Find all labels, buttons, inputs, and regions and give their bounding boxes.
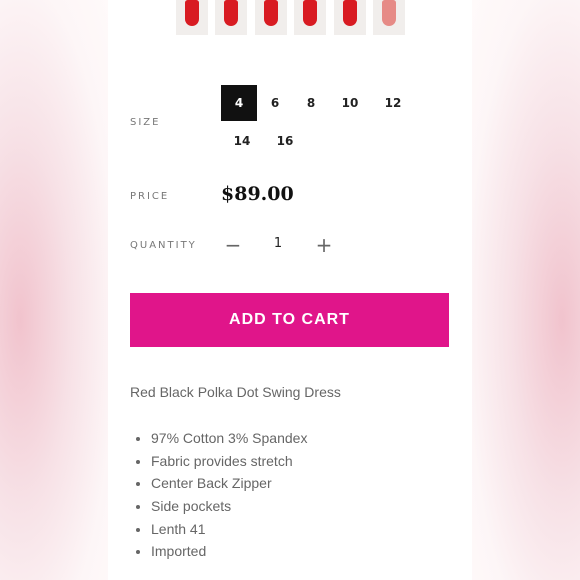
feature-item: Fabric provides stretch — [151, 450, 307, 473]
feature-item: 97% Cotton 3% Spandex — [151, 427, 307, 450]
feature-item: Lenth 41 — [151, 518, 307, 541]
price-label: PRICE — [130, 191, 170, 202]
product-thumbnail-2[interactable] — [215, 0, 247, 35]
size-option-12[interactable]: 12 — [375, 85, 411, 121]
dress-thumbnail-icon — [343, 0, 357, 26]
size-option-6[interactable]: 6 — [257, 85, 293, 121]
quantity-value[interactable]: 1 — [272, 236, 284, 251]
product-panel: SIZE 4 6 8 10 12 14 16 PRICE $89.00 QUAN… — [108, 0, 472, 580]
product-description-title: Red Black Polka Dot Swing Dress — [130, 384, 341, 400]
product-thumbnail-3[interactable] — [255, 0, 287, 35]
dress-thumbnail-icon — [224, 0, 238, 26]
dress-thumbnail-icon — [303, 0, 317, 26]
background-left — [0, 0, 110, 580]
add-to-cart-button[interactable]: ADD TO CART — [130, 293, 449, 347]
product-thumbnail-1[interactable] — [176, 0, 208, 35]
dress-thumbnail-icon — [382, 0, 396, 26]
dress-thumbnail-icon — [185, 0, 199, 26]
size-option-10[interactable]: 10 — [332, 85, 368, 121]
product-thumbnail-4[interactable] — [294, 0, 326, 35]
product-thumbnail-6[interactable] — [373, 0, 405, 35]
dress-thumbnail-icon — [264, 0, 278, 26]
size-option-16[interactable]: 16 — [267, 123, 303, 159]
background-right — [472, 0, 580, 580]
feature-item: Center Back Zipper — [151, 472, 307, 495]
size-option-14[interactable]: 14 — [224, 123, 260, 159]
size-option-4[interactable]: 4 — [221, 85, 257, 121]
price-value: $89.00 — [221, 183, 294, 205]
quantity-increase-button[interactable]: + — [313, 233, 335, 257]
feature-list: 97% Cotton 3% Spandex Fabric provides st… — [130, 427, 307, 563]
size-option-8[interactable]: 8 — [293, 85, 329, 121]
quantity-decrease-button[interactable]: − — [222, 233, 244, 257]
feature-item: Imported — [151, 540, 307, 563]
product-thumbnail-5[interactable] — [334, 0, 366, 35]
size-label: SIZE — [130, 117, 161, 128]
quantity-label: QUANTITY — [130, 240, 197, 251]
feature-item: Side pockets — [151, 495, 307, 518]
